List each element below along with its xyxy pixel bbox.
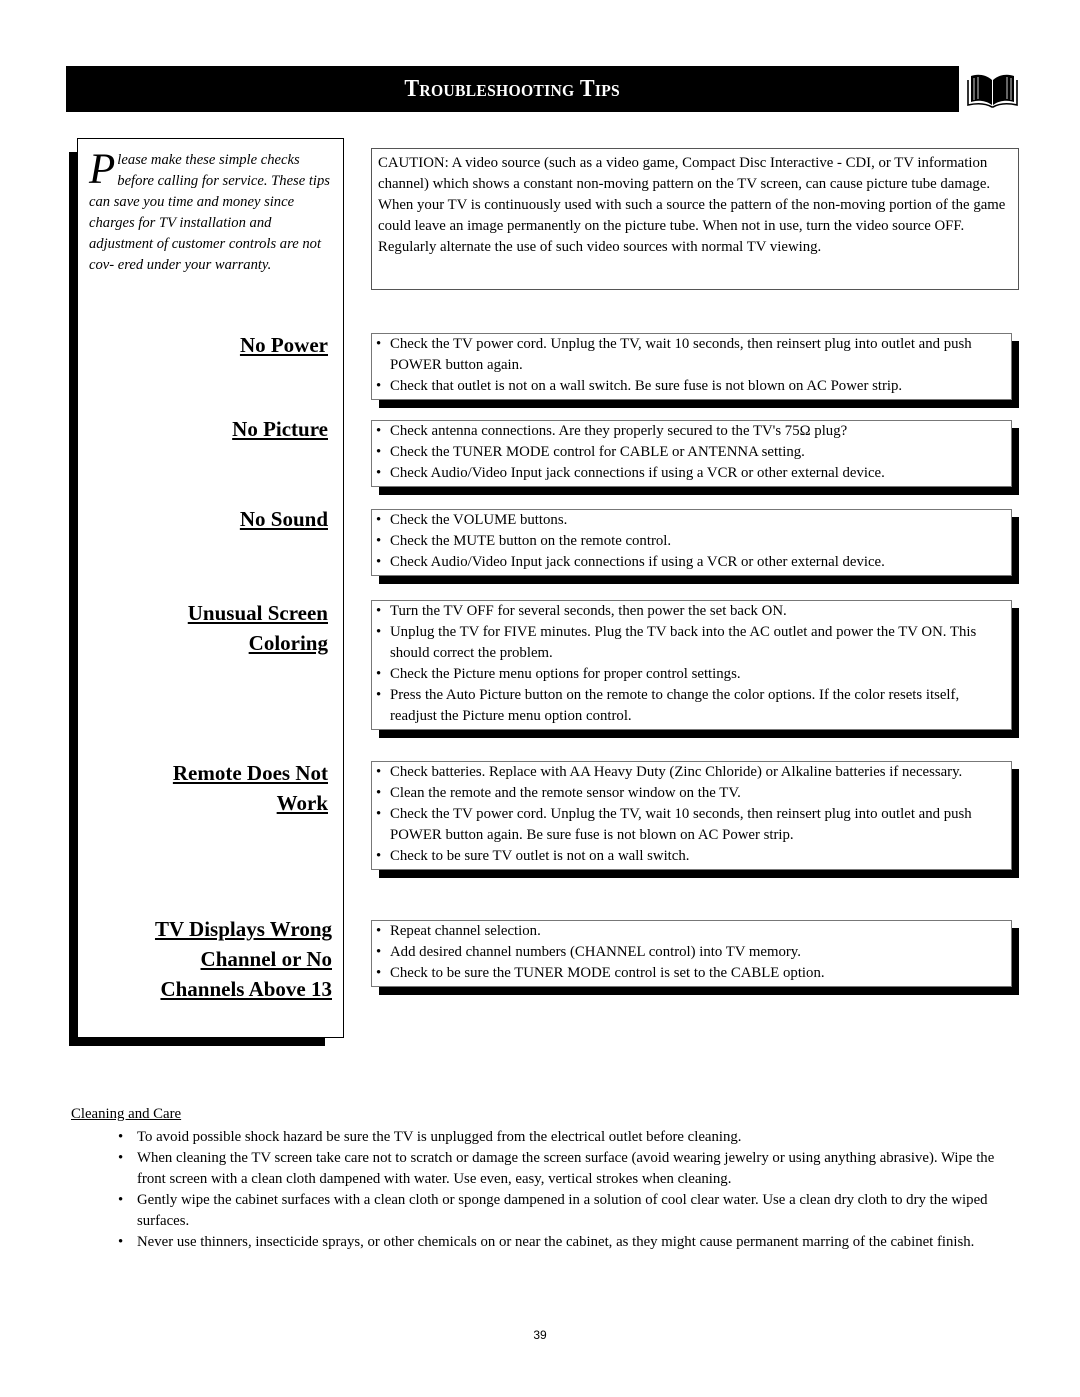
tip-item: Unplug the TV for FIVE minutes. Plug the… bbox=[374, 622, 1007, 664]
caution-box: CAUTION: A video source (such as a video… bbox=[371, 148, 1019, 290]
tip-item: Check that outlet is not on a wall switc… bbox=[374, 376, 1007, 397]
tip-item: Repeat channel selection. bbox=[374, 921, 1007, 942]
tip-item: Check Audio/Video Input jack connections… bbox=[374, 552, 1007, 573]
cleaning-item: To avoid possible shock hazard be sure t… bbox=[118, 1127, 1018, 1148]
tip-box: Check the TV power cord. Unplug the TV, … bbox=[371, 333, 1012, 400]
open-book-icon bbox=[967, 74, 1018, 108]
intro-text: lease make these simple checks before ca… bbox=[89, 152, 330, 273]
tips-remote-does-not-work: Check batteries. Replace with AA Heavy D… bbox=[371, 761, 1019, 878]
tip-item: Check the MUTE button on the remote cont… bbox=[374, 531, 1007, 552]
tip-item: Turn the TV OFF for several seconds, the… bbox=[374, 601, 1007, 622]
tip-item: Add desired channel numbers (CHANNEL con… bbox=[374, 942, 1007, 963]
heading-no-power: No Power bbox=[240, 330, 328, 360]
tip-box: Check batteries. Replace with AA Heavy D… bbox=[371, 761, 1012, 870]
heading-line: Work bbox=[276, 791, 328, 815]
tip-item: Check the TUNER MODE control for CABLE o… bbox=[374, 442, 1007, 463]
page-title: Troubleshooting Tips bbox=[404, 75, 621, 102]
heading-line: TV Displays Wrong bbox=[154, 917, 332, 941]
heading-line: No Sound bbox=[239, 507, 328, 531]
tip-item: Check the TV power cord. Unplug the TV, … bbox=[374, 804, 1007, 846]
tip-item: Clean the remote and the remote sensor w… bbox=[374, 783, 1007, 804]
tip-item: Check antenna connections. Are they prop… bbox=[374, 421, 1007, 442]
caution-text: CAUTION: A video source (such as a video… bbox=[378, 155, 1006, 255]
tip-item: Check the Picture menu options for prope… bbox=[374, 664, 1007, 685]
tip-box: Check antenna connections. Are they prop… bbox=[371, 420, 1012, 487]
cleaning-item: Gently wipe the cabinet surfaces with a … bbox=[118, 1190, 1018, 1232]
intro-note: Please make these simple checks before c… bbox=[89, 146, 334, 276]
tip-item: Check the TV power cord. Unplug the TV, … bbox=[374, 334, 1007, 376]
heading-unusual-screen-coloring: Unusual Screen Coloring bbox=[188, 598, 328, 658]
heading-line: Remote Does Not bbox=[172, 761, 328, 785]
heading-wrong-channel: TV Displays Wrong Channel or No Channels… bbox=[155, 914, 332, 1004]
cleaning-list: To avoid possible shock hazard be sure t… bbox=[118, 1127, 1018, 1253]
tip-item: Check to be sure the TUNER MODE control … bbox=[374, 963, 1007, 984]
heading-line: Channels Above 13 bbox=[160, 977, 332, 1001]
tip-item: Press the Auto Picture button on the rem… bbox=[374, 685, 1007, 727]
tips-no-picture: Check antenna connections. Are they prop… bbox=[371, 420, 1019, 495]
tip-item: Check batteries. Replace with AA Heavy D… bbox=[374, 762, 1007, 783]
heading-line: No Power bbox=[239, 333, 328, 357]
heading-line: Unusual Screen bbox=[187, 601, 328, 625]
cleaning-section-title: Cleaning and Care bbox=[71, 1106, 182, 1122]
heading-line: Channel or No bbox=[200, 947, 332, 971]
tips-no-sound: Check the VOLUME buttons. Check the MUTE… bbox=[371, 509, 1019, 584]
heading-no-sound: No Sound bbox=[240, 504, 328, 534]
tip-item: Check to be sure TV outlet is not on a w… bbox=[374, 846, 1007, 867]
tips-wrong-channel: Repeat channel selection. Add desired ch… bbox=[371, 920, 1019, 995]
tip-item: Check the VOLUME buttons. bbox=[374, 510, 1007, 531]
heading-remote-does-not-work: Remote Does Not Work bbox=[173, 758, 328, 818]
tip-box: Turn the TV OFF for several seconds, the… bbox=[371, 600, 1012, 730]
tip-item: Check Audio/Video Input jack connections… bbox=[374, 463, 1007, 484]
tips-no-power: Check the TV power cord. Unplug the TV, … bbox=[371, 333, 1019, 408]
tips-unusual-screen-coloring: Turn the TV OFF for several seconds, the… bbox=[371, 600, 1019, 738]
tip-box: Repeat channel selection. Add desired ch… bbox=[371, 920, 1012, 987]
tip-box: Check the VOLUME buttons. Check the MUTE… bbox=[371, 509, 1012, 576]
intro-dropcap: P bbox=[89, 146, 116, 193]
heading-line: No Picture bbox=[232, 417, 328, 441]
cleaning-item: When cleaning the TV screen take care no… bbox=[118, 1148, 1018, 1190]
heading-no-picture: No Picture bbox=[232, 414, 328, 444]
title-bar: Troubleshooting Tips bbox=[66, 66, 959, 112]
cleaning-item: Never use thinners, insecticide sprays, … bbox=[118, 1232, 1018, 1253]
page-number: 39 bbox=[533, 1328, 547, 1342]
heading-line: Coloring bbox=[248, 631, 328, 655]
